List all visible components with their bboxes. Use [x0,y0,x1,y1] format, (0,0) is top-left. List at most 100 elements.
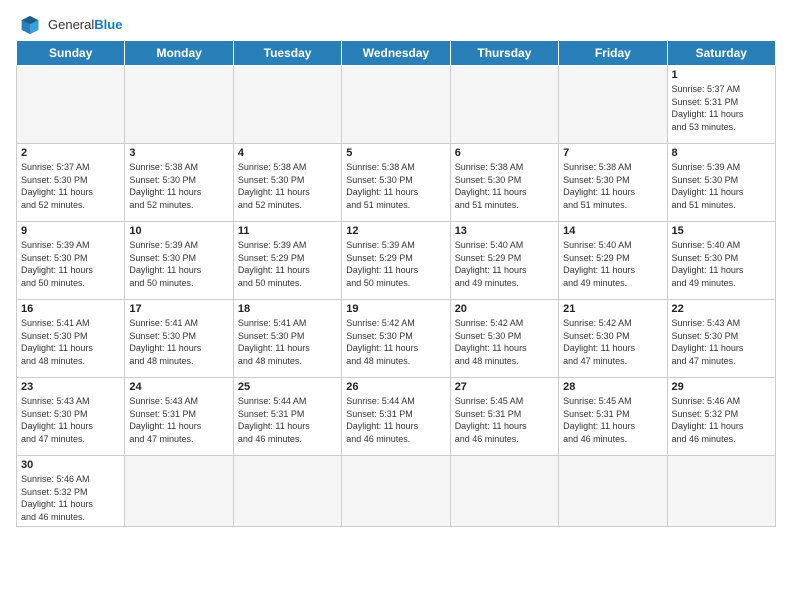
calendar-cell: 13 Sunrise: 5:40 AM Sunset: 5:29 PM Dayli… [450,222,558,300]
day-info: Sunrise: 5:40 AM Sunset: 5:29 PM Dayligh… [563,239,662,289]
day-info: Sunrise: 5:40 AM Sunset: 5:30 PM Dayligh… [672,239,771,289]
page: GeneralBlue SundayMondayTuesdayWednesday… [0,0,792,537]
day-info: Sunrise: 5:41 AM Sunset: 5:30 PM Dayligh… [238,317,337,367]
day-number: 16 [21,303,120,315]
day-info: Sunrise: 5:46 AM Sunset: 5:32 PM Dayligh… [672,395,771,445]
day-info: Sunrise: 5:39 AM Sunset: 5:30 PM Dayligh… [129,239,228,289]
day-number: 6 [455,147,554,159]
day-info: Sunrise: 5:41 AM Sunset: 5:30 PM Dayligh… [21,317,120,367]
calendar-cell: 19 Sunrise: 5:42 AM Sunset: 5:30 PM Dayli… [342,300,450,378]
logo-icon [16,14,44,36]
calendar-cell [450,456,558,527]
calendar-cell [125,66,233,144]
day-number: 12 [346,225,445,237]
calendar-cell: 27 Sunrise: 5:45 AM Sunset: 5:31 PM Dayli… [450,378,558,456]
day-number: 10 [129,225,228,237]
calendar-cell: 26 Sunrise: 5:44 AM Sunset: 5:31 PM Dayli… [342,378,450,456]
calendar-cell: 23Sunrise: 5:43 AM Sunset: 5:30 PM Dayli… [17,378,125,456]
day-number: 29 [672,381,771,393]
calendar-cell: 6 Sunrise: 5:38 AM Sunset: 5:30 PM Daylig… [450,144,558,222]
weekday-header-friday: Friday [559,41,667,66]
calendar-cell: 18 Sunrise: 5:41 AM Sunset: 5:30 PM Dayli… [233,300,341,378]
weekday-header-monday: Monday [125,41,233,66]
day-number: 25 [238,381,337,393]
calendar-cell [233,456,341,527]
calendar-cell: 2 Sunrise: 5:37 AM Sunset: 5:30 PM Daylig… [17,144,125,222]
calendar-cell [233,66,341,144]
calendar-cell [667,456,775,527]
day-info: Sunrise: 5:46 AM Sunset: 5:32 PM Dayligh… [21,473,120,523]
calendar-cell: 11 Sunrise: 5:39 AM Sunset: 5:29 PM Dayli… [233,222,341,300]
calendar-week-row: 1Sunrise: 5:37 AM Sunset: 5:31 PM Daylig… [17,66,776,144]
day-info: Sunrise: 5:38 AM Sunset: 5:30 PM Dayligh… [563,161,662,211]
calendar-table: SundayMondayTuesdayWednesdayThursdayFrid… [16,40,776,527]
day-number: 27 [455,381,554,393]
logo: GeneralBlue [16,14,122,36]
day-info: Sunrise: 5:42 AM Sunset: 5:30 PM Dayligh… [455,317,554,367]
day-number: 26 [346,381,445,393]
day-info: Sunrise: 5:38 AM Sunset: 5:30 PM Dayligh… [455,161,554,211]
calendar-cell: 29 Sunrise: 5:46 AM Sunset: 5:32 PM Dayli… [667,378,775,456]
weekday-header-row: SundayMondayTuesdayWednesdayThursdayFrid… [17,41,776,66]
calendar-cell: 25 Sunrise: 5:44 AM Sunset: 5:31 PM Dayli… [233,378,341,456]
calendar-cell: 10 Sunrise: 5:39 AM Sunset: 5:30 PM Dayli… [125,222,233,300]
day-number: 1 [672,69,771,81]
calendar-cell: 7Sunrise: 5:38 AM Sunset: 5:30 PM Daylig… [559,144,667,222]
day-number: 14 [563,225,662,237]
calendar-cell: 1Sunrise: 5:37 AM Sunset: 5:31 PM Daylig… [667,66,775,144]
calendar-cell: 28 Sunrise: 5:45 AM Sunset: 5:31 PM Dayli… [559,378,667,456]
day-info: Sunrise: 5:42 AM Sunset: 5:30 PM Dayligh… [346,317,445,367]
day-number: 9 [21,225,120,237]
day-info: Sunrise: 5:42 AM Sunset: 5:30 PM Dayligh… [563,317,662,367]
calendar-cell: 17 Sunrise: 5:41 AM Sunset: 5:30 PM Dayli… [125,300,233,378]
calendar-cell: 15 Sunrise: 5:40 AM Sunset: 5:30 PM Dayli… [667,222,775,300]
day-number: 15 [672,225,771,237]
day-info: Sunrise: 5:40 AM Sunset: 5:29 PM Dayligh… [455,239,554,289]
calendar-cell [125,456,233,527]
calendar-cell [450,66,558,144]
calendar-week-row: 9 Sunrise: 5:39 AM Sunset: 5:30 PM Daylig… [17,222,776,300]
day-info: Sunrise: 5:38 AM Sunset: 5:30 PM Dayligh… [346,161,445,211]
day-info: Sunrise: 5:38 AM Sunset: 5:30 PM Dayligh… [129,161,228,211]
calendar-cell: 9Sunrise: 5:39 AM Sunset: 5:30 PM Daylig… [17,222,125,300]
day-info: Sunrise: 5:41 AM Sunset: 5:30 PM Dayligh… [129,317,228,367]
day-number: 11 [238,225,337,237]
day-info: Sunrise: 5:39 AM Sunset: 5:29 PM Dayligh… [346,239,445,289]
day-info: Sunrise: 5:37 AM Sunset: 5:30 PM Dayligh… [21,161,120,211]
day-info: Sunrise: 5:44 AM Sunset: 5:31 PM Dayligh… [238,395,337,445]
weekday-header-saturday: Saturday [667,41,775,66]
day-number: 2 [21,147,120,159]
calendar-week-row: 2 Sunrise: 5:37 AM Sunset: 5:30 PM Daylig… [17,144,776,222]
day-number: 13 [455,225,554,237]
calendar-cell [342,456,450,527]
calendar-cell: 3Sunrise: 5:38 AM Sunset: 5:30 PM Daylig… [125,144,233,222]
calendar-cell [342,66,450,144]
logo-text: GeneralBlue [48,18,122,32]
calendar-cell: 24Sunrise: 5:43 AM Sunset: 5:31 PM Dayli… [125,378,233,456]
weekday-header-tuesday: Tuesday [233,41,341,66]
day-number: 22 [672,303,771,315]
calendar-cell: 5Sunrise: 5:38 AM Sunset: 5:30 PM Daylig… [342,144,450,222]
calendar-cell: 16 Sunrise: 5:41 AM Sunset: 5:30 PM Dayli… [17,300,125,378]
day-info: Sunrise: 5:45 AM Sunset: 5:31 PM Dayligh… [455,395,554,445]
day-info: Sunrise: 5:44 AM Sunset: 5:31 PM Dayligh… [346,395,445,445]
day-info: Sunrise: 5:43 AM Sunset: 5:30 PM Dayligh… [672,317,771,367]
day-number: 19 [346,303,445,315]
day-info: Sunrise: 5:45 AM Sunset: 5:31 PM Dayligh… [563,395,662,445]
calendar-cell [17,66,125,144]
day-number: 23 [21,381,120,393]
calendar-cell: 8Sunrise: 5:39 AM Sunset: 5:30 PM Daylig… [667,144,775,222]
calendar-cell [559,456,667,527]
day-number: 24 [129,381,228,393]
calendar-cell: 4Sunrise: 5:38 AM Sunset: 5:30 PM Daylig… [233,144,341,222]
weekday-header-sunday: Sunday [17,41,125,66]
day-number: 17 [129,303,228,315]
day-info: Sunrise: 5:39 AM Sunset: 5:29 PM Dayligh… [238,239,337,289]
weekday-header-thursday: Thursday [450,41,558,66]
header-area: GeneralBlue [16,10,776,36]
calendar-cell [559,66,667,144]
day-number: 28 [563,381,662,393]
calendar-cell: 14 Sunrise: 5:40 AM Sunset: 5:29 PM Dayli… [559,222,667,300]
calendar-cell: 30Sunrise: 5:46 AM Sunset: 5:32 PM Dayli… [17,456,125,527]
day-number: 18 [238,303,337,315]
